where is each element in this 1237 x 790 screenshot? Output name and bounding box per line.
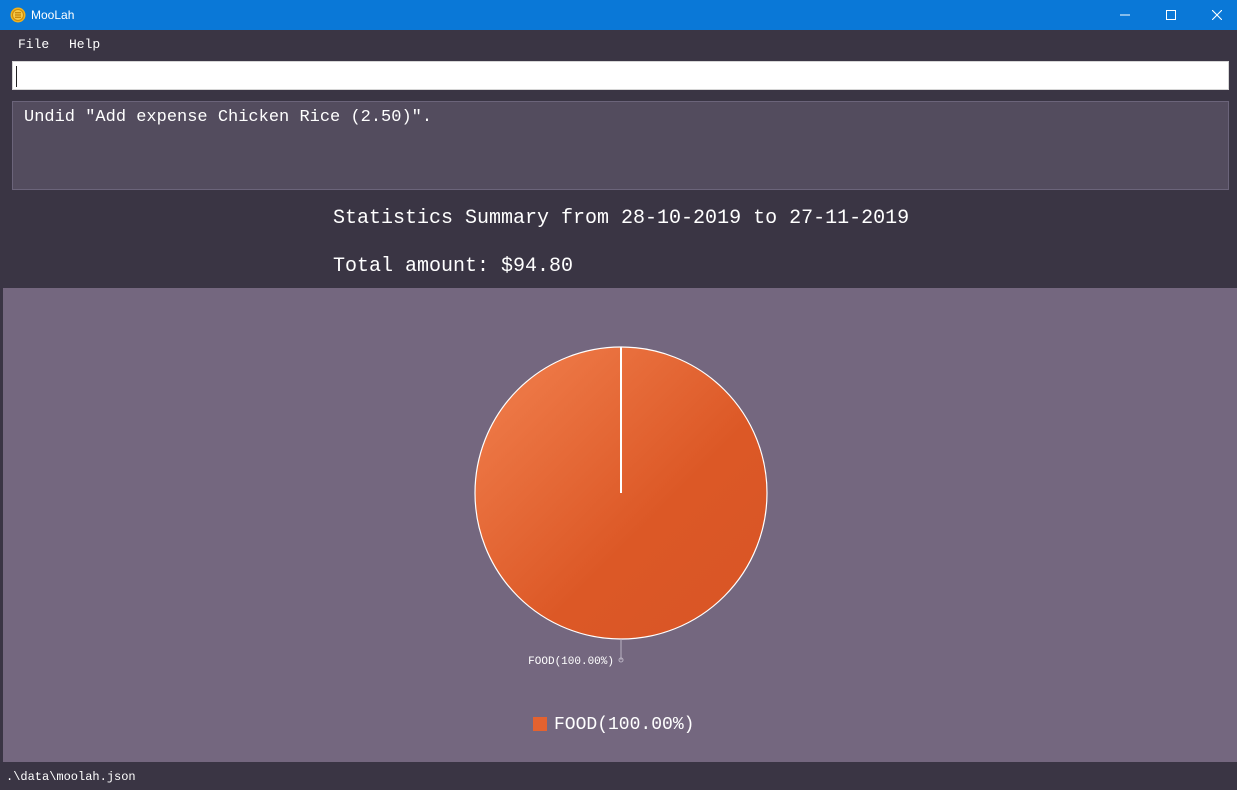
pie-chart-panel: FOOD(100.00%) FOOD(100.00%) [3,288,1237,762]
window-title: MooLah [31,8,75,22]
status-file-path: .\data\moolah.json [6,770,136,784]
status-bar: .\data\moolah.json [0,762,1237,790]
menu-bar: File Help [0,30,1237,58]
minimize-button[interactable] [1102,0,1148,30]
menu-help[interactable]: Help [69,37,100,52]
statistics-total-amount: Total amount: $94.80 [333,255,574,278]
title-bar[interactable]: MooLah [0,0,1237,30]
command-input[interactable] [13,62,1228,89]
statistics-summary-title: Statistics Summary from 28-10-2019 to 27… [333,207,910,230]
result-message: Undid "Add expense Chicken Rice (2.50)". [24,108,433,127]
coin-stack-icon [10,7,26,23]
pie-slice-labels: FOOD(100.00%) [528,639,624,668]
legend-swatch-food [533,717,547,731]
command-box[interactable] [12,61,1229,90]
close-icon [1212,10,1222,20]
maximize-icon [1166,10,1176,20]
statistics-header: Statistics Summary from 28-10-2019 to 27… [0,196,1237,288]
close-button[interactable] [1194,0,1237,30]
pie-chart: FOOD(100.00%) [474,346,768,668]
maximize-button[interactable] [1148,0,1194,30]
pie-slice-label-food: FOOD(100.00%) [528,656,614,668]
minimize-icon [1120,14,1130,16]
result-display: Undid "Add expense Chicken Rice (2.50)". [12,101,1229,190]
pie-slices [474,346,768,640]
text-caret [16,66,17,87]
legend-label-food: FOOD(100.00%) [554,715,695,735]
app-window: MooLah File Help Undid "Add expense Chic… [0,0,1237,790]
menu-file[interactable]: File [18,37,49,52]
